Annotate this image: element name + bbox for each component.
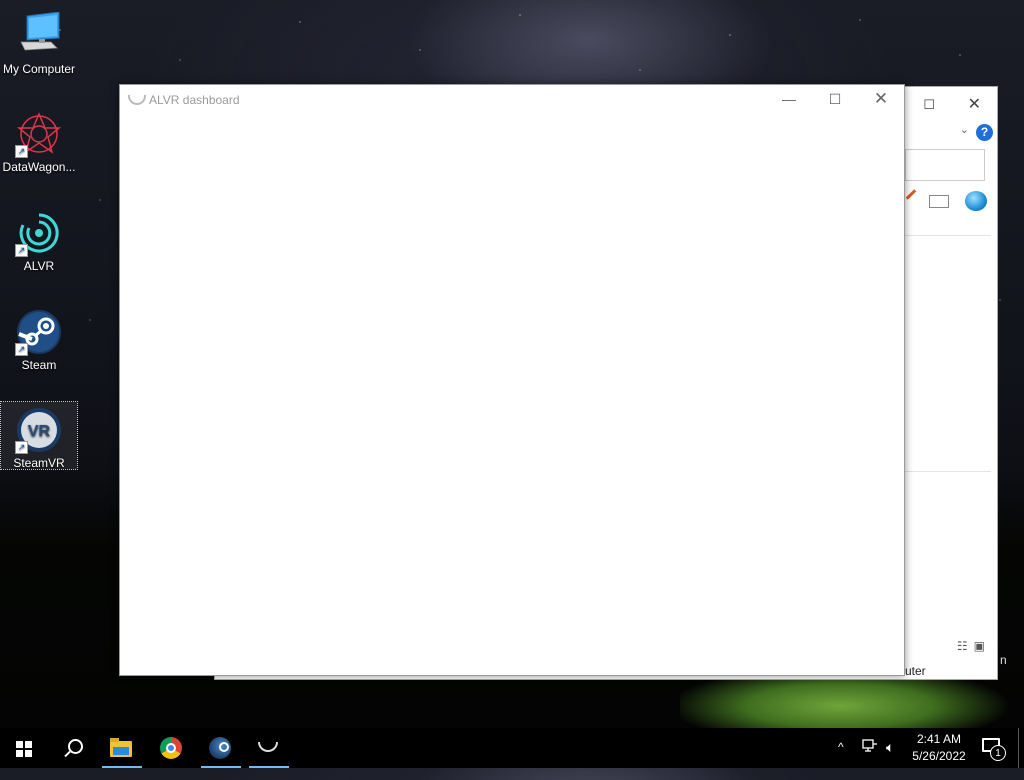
desktop-icon-label: Steam: [21, 358, 57, 372]
show-desktop-button[interactable]: [1018, 728, 1019, 768]
address-bar[interactable]: [905, 149, 985, 181]
chrome-icon: [160, 737, 182, 759]
shortcut-arrow-icon: ↗: [15, 343, 28, 356]
divider: [905, 471, 991, 472]
clock-date: 5/26/2022: [912, 749, 966, 763]
mail-icon[interactable]: [929, 195, 949, 208]
shortcut-arrow-icon: ↗: [15, 145, 28, 158]
desktop-icon-label: SteamVR: [13, 456, 65, 470]
computer-icon: [15, 11, 63, 60]
minimize-button[interactable]: —: [766, 85, 812, 115]
desktop-icon-label: ALVR: [23, 259, 55, 273]
desktop-icon-datawagon[interactable]: ↗ DataWagon...: [0, 106, 78, 176]
taskbar-alvr[interactable]: [245, 728, 293, 768]
clock[interactable]: 2:41 AM 5/26/2022: [908, 731, 970, 765]
shortcut-arrow-icon: ↗: [15, 244, 28, 257]
datawagon-icon: ↗: [15, 110, 63, 158]
alvr-dashboard-window[interactable]: ALVR dashboard — ☐ ✕: [119, 84, 905, 676]
show-hidden-icons-chevron[interactable]: ^: [838, 740, 844, 780]
status-bar-text: uter: [905, 664, 926, 678]
alvr-icon: [258, 742, 278, 752]
volume-icon[interactable]: 🔈︎: [886, 739, 894, 779]
window-title: ALVR dashboard: [149, 93, 240, 107]
network-icon[interactable]: [862, 739, 878, 753]
title-bar[interactable]: ALVR dashboard — ☐ ✕: [120, 85, 904, 115]
help-icon[interactable]: ?: [976, 124, 993, 141]
search-button[interactable]: [50, 728, 98, 768]
close-button[interactable]: ✕: [858, 85, 904, 115]
window-content: [120, 115, 904, 675]
close-button[interactable]: ✕: [968, 94, 981, 114]
windows-icon: [16, 741, 32, 757]
desktop-icon-steam[interactable]: ↗ Steam: [0, 304, 78, 374]
chevron-down-icon[interactable]: ⌄: [960, 123, 969, 136]
desktop-icon-label: DataWagon...: [2, 160, 76, 174]
clock-time: 2:41 AM: [916, 732, 962, 746]
steamvr-icon: VR ↗: [15, 406, 63, 454]
maximize-button[interactable]: ☐: [923, 97, 935, 113]
wallpaper-tent: [680, 676, 1010, 728]
taskbar-file-explorer[interactable]: [98, 728, 146, 768]
desktop-icon-label: My Computer: [2, 62, 76, 76]
view-toggle-icons[interactable]: ☷▣: [957, 639, 991, 653]
vr-badge-text: VR: [28, 423, 51, 440]
steam-icon: [209, 737, 231, 759]
folder-icon: [110, 738, 132, 757]
search-icon: [68, 739, 83, 754]
desktop-icon-steamvr[interactable]: VR ↗ SteamVR: [0, 401, 78, 470]
taskbar: ^ 🔈︎ 2:41 AM 5/26/2022 1: [0, 728, 1024, 768]
shortcut-arrow-icon: ↗: [15, 441, 28, 454]
divider: [905, 235, 991, 236]
draw-tool-icon[interactable]: [905, 189, 917, 200]
taskbar-steam[interactable]: [197, 728, 245, 768]
maximize-button[interactable]: ☐: [812, 85, 858, 115]
desktop-edge-text: n: [1000, 653, 1007, 667]
steam-icon: ↗: [15, 308, 63, 356]
globe-icon[interactable]: [965, 191, 987, 211]
notification-count-badge: 1: [990, 745, 1006, 761]
desktop-icon-my-computer[interactable]: My Computer: [0, 8, 78, 78]
start-button[interactable]: [0, 728, 48, 768]
taskbar-chrome[interactable]: [148, 728, 196, 768]
alvr-app-icon: [128, 95, 146, 105]
alvr-icon: ↗: [15, 209, 63, 257]
desktop-icon-alvr[interactable]: ↗ ALVR: [0, 205, 78, 275]
